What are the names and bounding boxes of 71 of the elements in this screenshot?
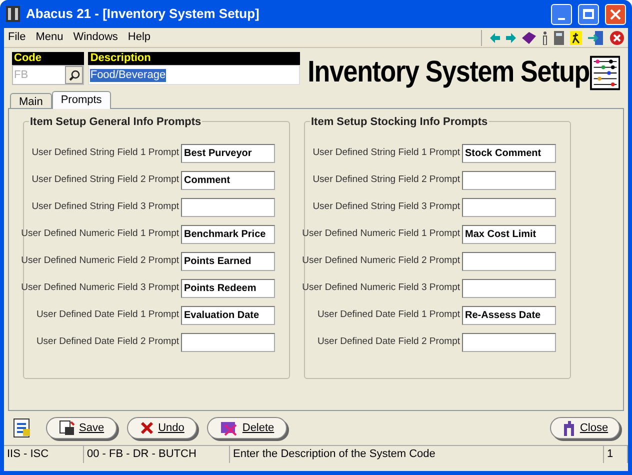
save-button[interactable]: Save [46,417,118,439]
menu-item[interactable]: File [8,29,26,46]
input-field[interactable]: Stock Comment [462,144,556,163]
info-icon[interactable] [542,30,548,44]
field-label: User Defined Date Field 1 Prompt [36,308,179,322]
exit-door-icon[interactable] [588,30,604,46]
status-text: 1 [604,446,628,463]
input-field[interactable]: Evaluation Date [181,306,275,325]
input-field[interactable]: Benchmark Price [181,225,275,244]
minimize-button[interactable] [551,4,572,24]
maximize-button[interactable] [578,4,599,24]
field-label: User Defined Numeric Field 3 Prompt [302,281,460,296]
status-text: IIS - ISC [4,446,84,463]
cross-icon [140,421,154,435]
input-field[interactable] [181,333,275,352]
input-field[interactable]: Best Purveyor [181,144,275,163]
field-label: Code [12,52,84,65]
field-label: User Defined Numeric Field 1 Prompt [21,227,179,242]
field-label: User Defined String Field 2 Prompt [312,173,460,188]
group-title: Item Setup Stocking Info Prompts [310,114,489,130]
banner-title: Inventory System Setup [308,54,590,88]
field-label: User Defined Date Field 2 Prompt [36,335,179,350]
field-label: User Defined Numeric Field 2 Prompt [21,254,179,268]
description-field[interactable]: Food/Beverage [88,65,300,85]
running-figure-icon[interactable] [570,30,582,44]
document-icon[interactable] [12,418,32,438]
field-label: User Defined String Field 3 Prompt [32,200,179,214]
field-label: User Defined String Field 1 Prompt [32,146,179,160]
status-text: Enter the Description of the System Code [230,446,604,463]
group-title: Item Setup General Info Prompts [29,114,202,130]
calculator-icon[interactable] [554,30,564,44]
field-label: User Defined String Field 2 Prompt [32,173,179,188]
input-field[interactable] [462,198,556,217]
undo-button[interactable]: Undo [127,417,198,439]
menu-item[interactable]: Help [128,29,151,46]
field-label: User Defined Date Field 1 Prompt [317,308,460,322]
input-field[interactable]: Points Redeem [181,279,275,298]
stop-icon[interactable] [610,30,624,44]
input-field[interactable] [181,198,275,217]
menu-item[interactable]: Menu [36,29,64,46]
close-button[interactable] [605,4,626,24]
app-icon [6,6,20,22]
delete-button[interactable]: Delete [207,417,288,439]
field-label: User Defined Numeric Field 3 Prompt [21,281,179,296]
back-arrow-icon[interactable] [490,32,500,42]
close-icon [610,8,621,20]
input-field[interactable] [462,252,556,271]
delete-icon [220,420,238,436]
input-field[interactable]: Re-Assess Date [462,306,556,325]
field-label: User Defined String Field 3 Prompt [312,200,460,214]
input-field[interactable] [462,171,556,190]
input-field[interactable]: Points Earned [181,252,275,271]
field-label: Description [88,52,300,65]
input-field[interactable] [462,279,556,298]
save-icon [59,420,75,436]
close-button[interactable]: Close [550,417,620,439]
forward-arrow-icon[interactable] [506,32,516,42]
input-field[interactable] [462,333,556,352]
field-label: User Defined String Field 1 Prompt [312,146,460,160]
field-label: User Defined Numeric Field 2 Prompt [302,254,460,268]
window-title: Abacus 21 - [Inventory System Setup] [26,5,260,24]
input-field[interactable]: Comment [181,171,275,190]
tab[interactable]: Prompts [52,91,111,109]
search-icon[interactable] [65,66,84,84]
menu-item[interactable]: Windows [73,29,118,46]
field-label: User Defined Date Field 2 Prompt [317,335,460,350]
abacus-icon [590,55,620,91]
status-text: 00 - FB - DR - BUTCH [84,446,230,463]
tab[interactable]: Main [10,93,52,108]
field-label: User Defined Numeric Field 1 Prompt [302,227,460,242]
input-field[interactable]: Max Cost Limit [462,225,556,244]
